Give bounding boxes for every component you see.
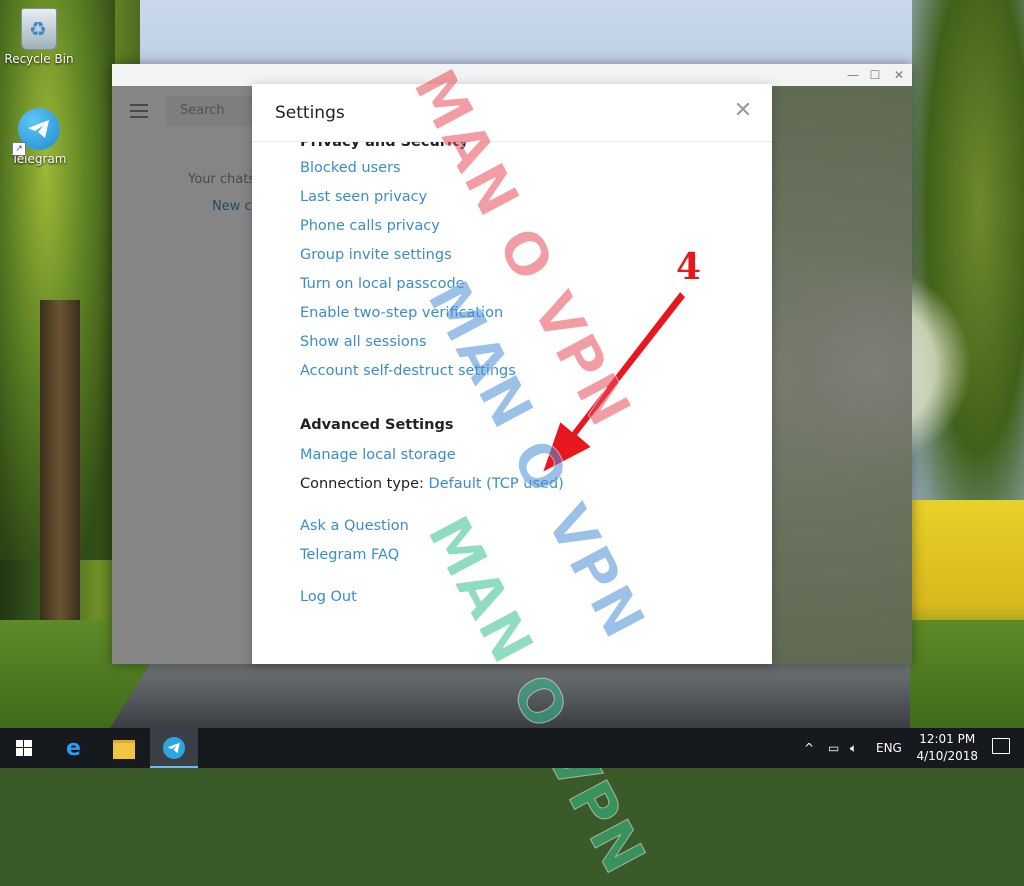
taskbar-edge-button[interactable]: e [52,728,100,768]
desktop-icon-telegram[interactable]: ↗ Telegram [1,108,77,166]
action-center-icon[interactable] [992,738,1010,754]
connection-type-label: Connection type: [300,476,429,492]
desktop-icon-recycle-bin[interactable]: Recycle Bin [1,8,77,66]
blocked-users-link[interactable]: Blocked users [300,160,401,176]
system-clock[interactable]: 12:01 PM 4/10/2018 [916,731,978,765]
taskbar-explorer-button[interactable] [100,728,148,768]
telegram-taskbar-icon [163,737,185,759]
edge-icon: e [66,736,81,761]
settings-title: Settings [275,103,345,123]
taskbar-telegram-button[interactable] [150,728,198,768]
volume-icon[interactable]: 🔈︎ [850,728,857,768]
folder-icon [113,740,135,759]
step-number-annotation: 4 [676,246,702,288]
close-window-icon[interactable]: ✕ [888,66,910,84]
language-indicator[interactable]: ENG [876,728,902,768]
settings-header: Settings ✕ [252,84,772,142]
windows-logo-icon [16,740,32,756]
window-titlebar[interactable]: — ☐ ✕ [112,64,912,86]
clock-date: 4/10/2018 [916,749,978,763]
ask-question-link[interactable]: Ask a Question [300,518,409,534]
last-seen-privacy-link[interactable]: Last seen privacy [300,189,427,205]
advanced-section-title: Advanced Settings [300,417,454,433]
chevron-up-icon[interactable]: ^ [804,728,814,768]
manage-storage-link[interactable]: Manage local storage [300,447,456,463]
close-icon[interactable]: ✕ [732,100,754,122]
recycle-bin-icon [21,8,57,50]
group-invite-settings-link[interactable]: Group invite settings [300,247,452,263]
clock-time: 12:01 PM [919,732,976,746]
maximize-icon[interactable]: ☐ [864,66,886,84]
telegram-faq-link[interactable]: Telegram FAQ [300,547,399,563]
network-icon[interactable]: ▭ [828,728,839,768]
shortcut-arrow-icon: ↗ [12,142,26,156]
taskbar: e ^ ▭ 🔈︎ ENG 12:01 PM 4/10/2018 [0,728,1024,768]
phone-calls-privacy-link[interactable]: Phone calls privacy [300,218,440,234]
desktop-icon-label: Recycle Bin [4,52,74,66]
show-sessions-link[interactable]: Show all sessions [300,334,427,350]
minimize-icon[interactable]: — [842,66,864,84]
telegram-icon: ↗ [12,108,60,156]
start-button[interactable] [0,728,48,768]
log-out-link[interactable]: Log Out [300,589,357,605]
